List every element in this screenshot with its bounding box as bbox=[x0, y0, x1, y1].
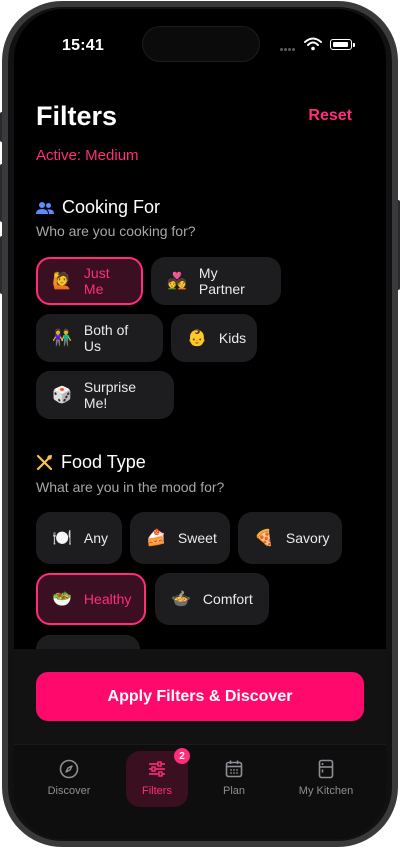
food-type-title: Food Type bbox=[61, 452, 146, 472]
active-filter-status: Active: Medium bbox=[36, 147, 139, 164]
pizza-emoji-icon: 🍕 bbox=[254, 530, 274, 547]
chip-kids[interactable]: 👶 Kids bbox=[171, 314, 257, 362]
chip-comfort[interactable]: 🍲 Comfort bbox=[155, 573, 269, 625]
chip-label: Healthy bbox=[83, 591, 132, 607]
plate-emoji-icon: 🍽️ bbox=[52, 530, 72, 547]
status-bar: 15:41 bbox=[14, 9, 386, 69]
compass-icon bbox=[59, 759, 79, 779]
dice-emoji-icon: 🎲 bbox=[52, 387, 72, 404]
page-title: Filters bbox=[36, 101, 118, 131]
chip-label: My Partner bbox=[198, 265, 245, 297]
cooking-for-header: Cooking For bbox=[36, 197, 160, 218]
dynamic-island bbox=[142, 26, 260, 62]
fridge-icon bbox=[318, 759, 334, 779]
food-type-header: Food Type bbox=[36, 452, 146, 473]
tab-my-kitchen[interactable]: My Kitchen bbox=[290, 751, 362, 807]
utensils-icon bbox=[36, 454, 53, 471]
food-type-subtitle: What are you in the mood for? bbox=[36, 479, 225, 495]
wifi-icon bbox=[304, 37, 322, 51]
tab-label: Filters bbox=[142, 785, 172, 797]
calendar-icon bbox=[225, 760, 243, 778]
tab-bar: Discover Filters 2 Plan My Kitchen bbox=[14, 744, 386, 839]
tab-label: Plan bbox=[222, 785, 246, 797]
chip-just-me[interactable]: 🙋 Just Me bbox=[36, 257, 143, 305]
chip-both-of-us[interactable]: 👫 Both of Us bbox=[36, 314, 163, 362]
chip-label: Savory bbox=[285, 530, 330, 546]
salad-emoji-icon: 🥗 bbox=[52, 591, 72, 608]
tab-plan[interactable]: Plan bbox=[209, 751, 259, 807]
people-icon bbox=[36, 201, 54, 214]
chip-my-partner[interactable]: 💑 My Partner bbox=[151, 257, 281, 305]
couple-emoji-icon: 💑 bbox=[167, 273, 187, 290]
status-time: 15:41 bbox=[62, 37, 104, 54]
chip-label: Surprise Me! bbox=[83, 379, 137, 411]
chip-label: Both of Us bbox=[83, 322, 129, 354]
chip-savory[interactable]: 🍕 Savory bbox=[238, 512, 342, 564]
chip-label: Sweet bbox=[177, 530, 217, 546]
chip-any[interactable]: 🍽️ Any bbox=[36, 512, 122, 564]
stew-emoji-icon: 🍲 bbox=[171, 591, 191, 608]
two-people-emoji-icon: 👫 bbox=[52, 330, 72, 347]
app-screen: 15:41 Filters Reset Active: Medium Cooki… bbox=[14, 9, 386, 839]
apply-filters-button[interactable]: Apply Filters & Discover bbox=[36, 672, 364, 721]
battery-icon bbox=[330, 39, 355, 50]
chip-sweet[interactable]: 🍰 Sweet bbox=[130, 512, 230, 564]
chip-label: Just Me bbox=[83, 265, 110, 297]
chip-label: Any bbox=[83, 530, 109, 546]
cooking-for-title: Cooking For bbox=[62, 197, 161, 217]
chip-label: Kids bbox=[218, 330, 247, 346]
chip-surprise-me[interactable]: 🎲 Surprise Me! bbox=[36, 371, 174, 419]
chip-label: Comfort bbox=[202, 591, 253, 607]
baby-emoji-icon: 👶 bbox=[187, 330, 207, 347]
cooking-for-subtitle: Who are you cooking for? bbox=[36, 223, 196, 239]
raising-hand-emoji-icon: 🙋 bbox=[52, 273, 72, 290]
reset-button[interactable]: Reset bbox=[308, 107, 352, 125]
filters-count-badge: 2 bbox=[174, 748, 190, 764]
tab-label: My Kitchen bbox=[298, 785, 354, 797]
chip-healthy[interactable]: 🥗 Healthy bbox=[36, 573, 146, 625]
cake-emoji-icon: 🍰 bbox=[146, 530, 166, 547]
sliders-icon bbox=[149, 761, 165, 777]
tab-filters[interactable]: Filters 2 bbox=[126, 748, 190, 807]
signal-icon bbox=[280, 48, 302, 53]
tab-label: Discover bbox=[47, 785, 91, 797]
tab-discover[interactable]: Discover bbox=[38, 751, 100, 807]
